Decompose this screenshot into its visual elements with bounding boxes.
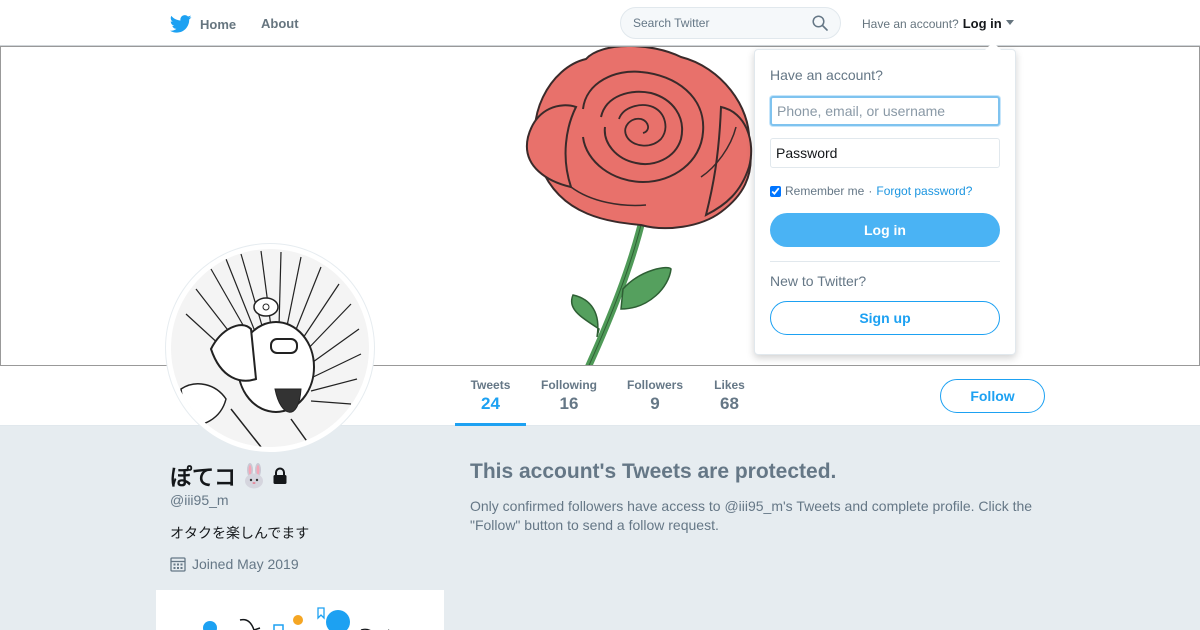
- stat-followers-value: 9: [650, 394, 660, 413]
- nav-about-link[interactable]: About: [261, 16, 299, 31]
- stat-likes-label: Likes: [714, 378, 745, 392]
- lock-icon: [273, 467, 287, 484]
- media-card[interactable]: [156, 590, 444, 630]
- media-card-doodles: [203, 607, 390, 630]
- stat-following-label: Following: [541, 378, 597, 392]
- nav-home-link[interactable]: Home: [170, 13, 236, 35]
- profile-name-text: ぽてコ: [170, 465, 237, 490]
- search-icon[interactable]: [812, 15, 828, 31]
- login-dropdown-toggle[interactable]: Log in: [963, 16, 1014, 31]
- profile-name: ぽてコ: [170, 460, 288, 492]
- signup-button[interactable]: Sign up: [770, 301, 1000, 335]
- protected-title: This account's Tweets are protected.: [470, 460, 837, 483]
- stat-followers-label: Followers: [627, 378, 684, 392]
- divider: [770, 261, 1000, 262]
- stat-tweets[interactable]: Tweets 24: [455, 366, 526, 426]
- stat-followers[interactable]: Followers 9: [612, 366, 698, 426]
- caret-down-icon: [1005, 20, 1014, 25]
- protected-text: Only confirmed followers have access to …: [470, 498, 1033, 533]
- stat-following-value: 16: [559, 394, 579, 413]
- new-to-twitter-heading: New to Twitter?: [770, 273, 867, 289]
- login-dropdown: Have an account? Remember me · Forgot pa…: [754, 42, 1016, 355]
- calendar-icon: [170, 557, 186, 572]
- top-nav: Home About Have an account? Log in: [0, 0, 1200, 46]
- stat-following[interactable]: Following 16: [526, 366, 612, 426]
- have-account-area: Have an account? Log in: [862, 16, 1014, 31]
- stat-likes-value: 68: [720, 394, 739, 413]
- stat-likes[interactable]: Likes 68: [698, 366, 761, 426]
- stat-tweets-value: 24: [481, 394, 500, 413]
- follow-button[interactable]: Follow: [940, 379, 1045, 413]
- nav-home-label: Home: [200, 16, 237, 32]
- login-toggle-label: Log in: [962, 16, 1002, 31]
- avatar-manga-illustration: [171, 249, 369, 447]
- profile-bio: オタクを楽しんでます: [170, 525, 310, 541]
- remember-separator: ·: [868, 184, 873, 198]
- stat-tweets-label: Tweets: [470, 378, 511, 392]
- remember-me-label[interactable]: Remember me: [785, 184, 864, 198]
- forgot-password-link[interactable]: Forgot password?: [876, 184, 972, 198]
- username-field[interactable]: [770, 96, 1000, 126]
- login-button[interactable]: Log in: [770, 213, 1000, 247]
- profile-handle[interactable]: @iii95_m: [170, 492, 229, 508]
- search-input[interactable]: [633, 16, 803, 30]
- joined-date-text: Joined May 2019: [192, 556, 299, 572]
- login-dropdown-heading: Have an account?: [770, 67, 883, 83]
- search-box[interactable]: [620, 7, 841, 39]
- twitter-bird-icon: [170, 15, 192, 33]
- remember-me-checkbox[interactable]: [770, 185, 781, 197]
- avatar[interactable]: [166, 244, 374, 452]
- remember-row: Remember me · Forgot password?: [770, 184, 972, 198]
- rabbit-emoji-icon: [245, 463, 264, 489]
- joined-date: Joined May 2019: [170, 556, 299, 572]
- have-account-text: Have an account?: [862, 17, 959, 31]
- password-field[interactable]: [770, 138, 1000, 168]
